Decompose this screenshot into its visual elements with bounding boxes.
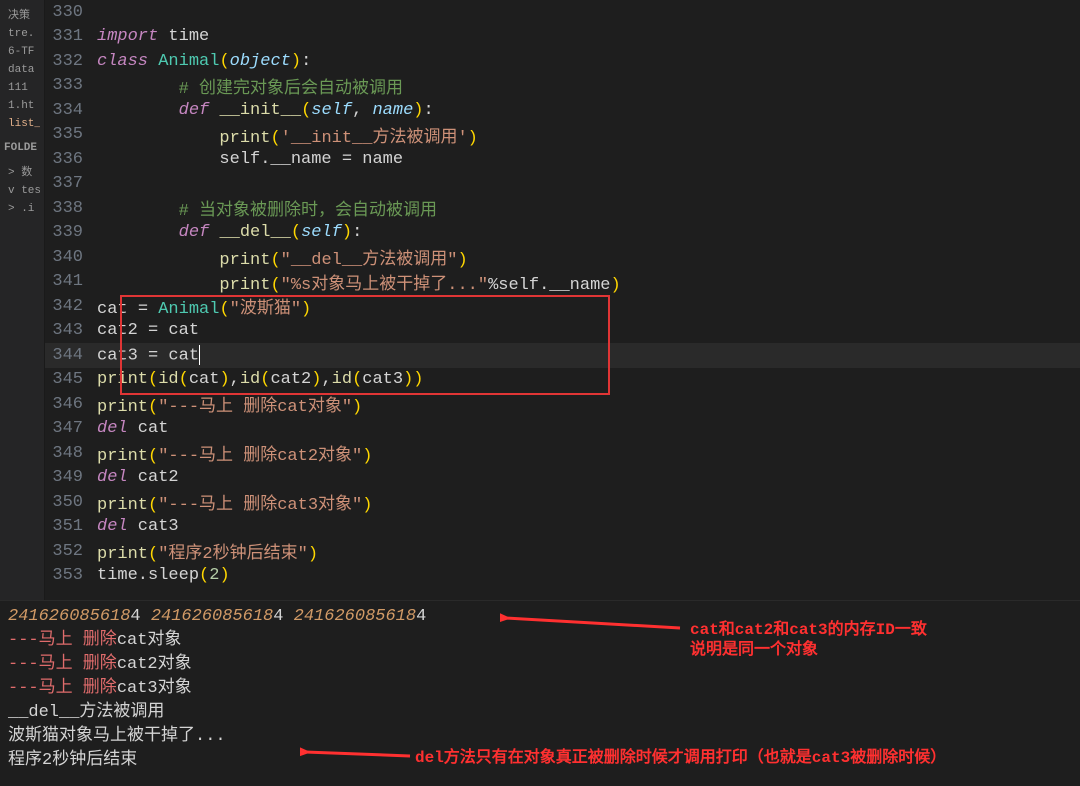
- line-number: 346: [45, 395, 97, 414]
- code-content: print("---马上 删除cat对象"): [97, 391, 362, 417]
- code-line[interactable]: 337: [45, 172, 1080, 197]
- line-number: 341: [45, 272, 97, 291]
- sidebar-folder[interactable]: > .i: [4, 200, 40, 218]
- code-content: # 当对象被删除时，会自动被调用: [97, 195, 437, 221]
- code-content: print("---马上 删除cat2对象"): [97, 440, 372, 466]
- terminal-line: __del__方法被调用: [8, 701, 1072, 725]
- code-line[interactable]: 352print("程序2秒钟后结束"): [45, 539, 1080, 564]
- code-line[interactable]: 350print("---马上 删除cat3对象"): [45, 490, 1080, 515]
- line-number: 342: [45, 297, 97, 316]
- line-number: 351: [45, 517, 97, 536]
- code-content: def __del__(self):: [97, 223, 362, 242]
- code-content: class Animal(object):: [97, 52, 311, 71]
- line-number: 349: [45, 468, 97, 487]
- sidebar-file[interactable]: tre.: [4, 25, 40, 43]
- code-line[interactable]: 341 print("%s对象马上被干掉了..."%self.__name): [45, 270, 1080, 295]
- line-number: 345: [45, 370, 97, 389]
- line-number: 339: [45, 223, 97, 242]
- code-line[interactable]: 338 # 当对象被删除时，会自动被调用: [45, 196, 1080, 221]
- code-content: print("---马上 删除cat3对象"): [97, 489, 372, 515]
- sidebar-file[interactable]: 1.ht: [4, 97, 40, 115]
- line-number: 340: [45, 248, 97, 267]
- code-content: cat3 = cat: [97, 345, 200, 365]
- code-content: del cat3: [97, 517, 179, 536]
- code-line[interactable]: 344cat3 = cat: [45, 343, 1080, 368]
- sidebar-file[interactable]: list_: [4, 115, 40, 133]
- line-number: 332: [45, 52, 97, 71]
- annotation-memory-id: cat和cat2和cat3的内存ID一致说明是同一个对象: [690, 620, 927, 660]
- code-line[interactable]: 332class Animal(object):: [45, 49, 1080, 74]
- code-content: time.sleep(2): [97, 566, 230, 585]
- line-number: 331: [45, 27, 97, 46]
- line-number: 348: [45, 444, 97, 463]
- code-line[interactable]: 349del cat2: [45, 466, 1080, 491]
- sidebar-file[interactable]: data: [4, 61, 40, 79]
- line-number: 335: [45, 125, 97, 144]
- code-content: # 创建完对象后会自动被调用: [97, 73, 403, 99]
- line-number: 344: [45, 346, 97, 365]
- line-number: 352: [45, 542, 97, 561]
- code-content: print("__del__方法被调用"): [97, 244, 468, 270]
- code-line[interactable]: 347del cat: [45, 417, 1080, 442]
- sidebar-folder[interactable]: > 数: [4, 160, 40, 182]
- code-line[interactable]: 346print("---马上 删除cat对象"): [45, 392, 1080, 417]
- sidebar-file[interactable]: 决策: [4, 3, 40, 25]
- line-number: 347: [45, 419, 97, 438]
- code-line[interactable]: 333 # 创建完对象后会自动被调用: [45, 74, 1080, 99]
- editor[interactable]: 330331import time332class Animal(object)…: [45, 0, 1080, 600]
- code-content: cat2 = cat: [97, 321, 199, 340]
- line-number: 350: [45, 493, 97, 512]
- terminal-line: 波斯猫对象马上被干掉了...: [8, 725, 1072, 749]
- code-content: cat = Animal("波斯猫"): [97, 293, 311, 319]
- annotation-del-method: del方法只有在对象真正被删除时候才调用打印（也就是cat3被删除时候）: [415, 748, 946, 768]
- code-line[interactable]: 339 def __del__(self):: [45, 221, 1080, 246]
- code-line[interactable]: 340 print("__del__方法被调用"): [45, 245, 1080, 270]
- code-content: print("%s对象马上被干掉了..."%self.__name): [97, 269, 621, 295]
- line-number: 337: [45, 174, 97, 193]
- sidebar-section-label: FOLDE: [0, 136, 44, 157]
- line-number: 334: [45, 101, 97, 120]
- code-content: print('__init__方法被调用'): [97, 122, 478, 148]
- line-number: 353: [45, 566, 97, 585]
- line-number: 333: [45, 76, 97, 95]
- code-line[interactable]: 345print(id(cat),id(cat2),id(cat3)): [45, 368, 1080, 393]
- code-line[interactable]: 342cat = Animal("波斯猫"): [45, 294, 1080, 319]
- code-content: print("程序2秒钟后结束"): [97, 538, 318, 564]
- code-line[interactable]: 330: [45, 0, 1080, 25]
- line-number: 330: [45, 3, 97, 22]
- code-line[interactable]: 348print("---马上 删除cat2对象"): [45, 441, 1080, 466]
- line-number: 338: [45, 199, 97, 218]
- line-number: 343: [45, 321, 97, 340]
- code-line[interactable]: 334 def __init__(self, name):: [45, 98, 1080, 123]
- code-line[interactable]: 343cat2 = cat: [45, 319, 1080, 344]
- code-line[interactable]: 336 self.__name = name: [45, 147, 1080, 172]
- code-content: del cat2: [97, 468, 179, 487]
- code-content: print(id(cat),id(cat2),id(cat3)): [97, 370, 424, 389]
- code-line[interactable]: 351del cat3: [45, 515, 1080, 540]
- code-content: import time: [97, 27, 209, 46]
- sidebar-file[interactable]: 111: [4, 79, 40, 97]
- code-content: def __init__(self, name):: [97, 101, 434, 120]
- sidebar-folder[interactable]: v tes: [4, 182, 40, 200]
- code-line[interactable]: 353time.sleep(2): [45, 564, 1080, 589]
- sidebar-file[interactable]: 6-TF: [4, 43, 40, 61]
- line-number: 336: [45, 150, 97, 169]
- code-line[interactable]: 335 print('__init__方法被调用'): [45, 123, 1080, 148]
- code-line[interactable]: 331import time: [45, 25, 1080, 50]
- code-content: del cat: [97, 419, 168, 438]
- terminal-line: ---马上 删除cat3对象: [8, 677, 1072, 701]
- code-content: self.__name = name: [97, 150, 403, 169]
